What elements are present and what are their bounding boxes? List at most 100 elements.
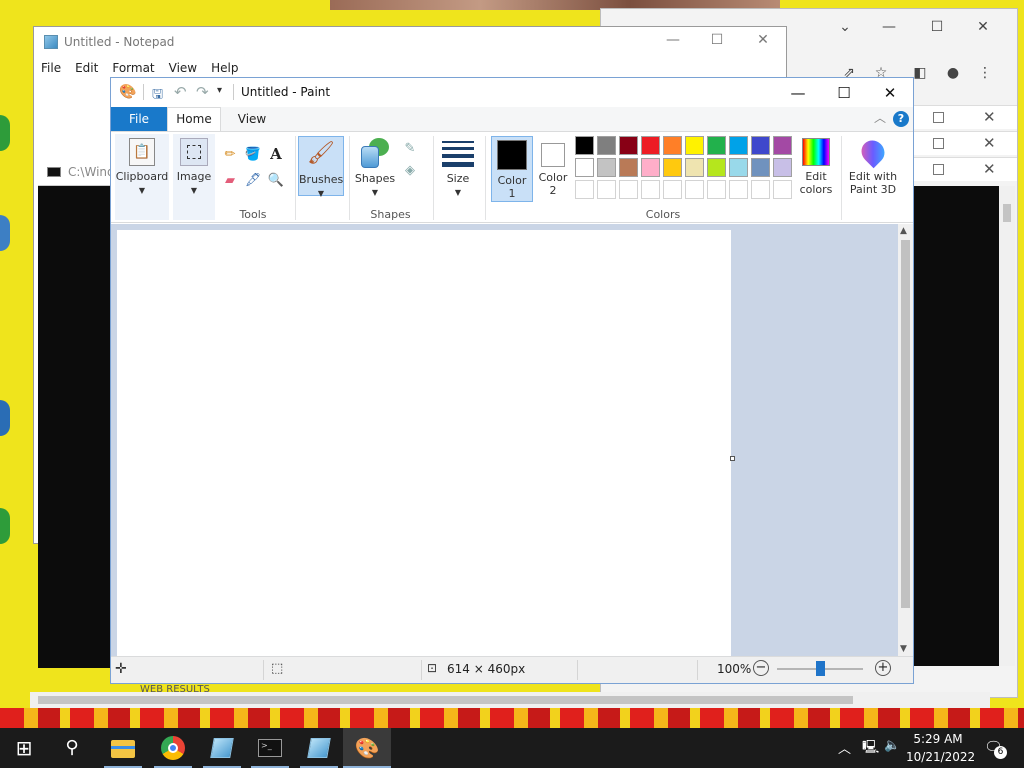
eraser-icon[interactable]: ▰	[221, 172, 239, 190]
close-icon[interactable]: ✕	[752, 32, 774, 48]
canvas-resize-handle[interactable]	[730, 456, 735, 461]
zoom-slider-thumb[interactable]	[816, 661, 825, 676]
customize-quick-access-icon[interactable]: ▾	[217, 85, 222, 96]
edit-with-paint3d-button[interactable]: Edit with Paint 3D	[845, 135, 901, 196]
custom-color-slot[interactable]	[729, 180, 748, 199]
shape-fill-icon[interactable]: ◈	[401, 162, 419, 180]
maximize-icon[interactable]: ☐	[821, 80, 867, 106]
size-button[interactable]: Size ▼	[438, 138, 478, 199]
outline-icon[interactable]: ✎	[401, 140, 419, 158]
scrollbar-thumb[interactable]	[901, 240, 910, 608]
palette-swatch[interactable]	[707, 136, 726, 155]
desktop-icon[interactable]	[0, 215, 10, 251]
color2-button[interactable]: Color 2	[535, 139, 571, 197]
maximize-icon[interactable]: ☐	[927, 17, 947, 37]
palette-swatch[interactable]	[685, 158, 704, 177]
maximize-icon[interactable]	[933, 138, 944, 149]
chrome-icon[interactable]	[158, 734, 188, 762]
palette-swatch[interactable]	[663, 136, 682, 155]
command-prompt-taskbar-icon[interactable]: >_	[255, 734, 285, 762]
clipboard-button[interactable]: 📋 Clipboard ▼	[115, 138, 169, 197]
help-icon[interactable]: ?	[893, 111, 909, 127]
maximize-icon[interactable]	[933, 164, 944, 175]
tab-home[interactable]: Home	[167, 107, 221, 132]
desktop-icon[interactable]	[0, 115, 10, 151]
clock-date[interactable]: 10/21/2022	[906, 750, 975, 764]
undo-icon[interactable]: ↶	[174, 83, 187, 101]
chrome-popup-row[interactable]: ✕	[901, 131, 1017, 155]
shapes-button[interactable]: Shapes ▼	[353, 138, 397, 199]
collapse-ribbon-icon[interactable]: ︿	[874, 109, 886, 126]
brushes-button[interactable]: 🖌 Brushes ▼	[298, 136, 344, 198]
magnifier-icon[interactable]: 🔍	[267, 172, 285, 190]
command-prompt-titlebar[interactable]: C:\Windows	[38, 158, 118, 186]
chevron-down-icon[interactable]: ⌄	[835, 17, 855, 37]
maximize-icon[interactable]	[933, 112, 944, 123]
windows-start-icon[interactable]: ⊞	[9, 734, 39, 762]
paint-titlebar[interactable]: 🎨 🖫 ↶ ↷ ▾ Untitled - Paint — ☐ ✕	[111, 78, 913, 106]
palette-swatch[interactable]	[597, 158, 616, 177]
canvas-workspace[interactable]	[111, 224, 899, 657]
fill-icon[interactable]: 🪣	[244, 146, 262, 164]
close-icon[interactable]: ✕	[983, 134, 996, 152]
color-picker-icon[interactable]: 🖋	[244, 172, 262, 190]
tab-file[interactable]: File	[111, 107, 167, 131]
palette-swatch[interactable]	[619, 158, 638, 177]
menu-view[interactable]: View	[162, 57, 204, 79]
close-icon[interactable]: ✕	[983, 108, 996, 126]
palette-swatch[interactable]	[641, 136, 660, 155]
command-prompt-window[interactable]: C:\Windows	[38, 158, 118, 668]
custom-color-slot[interactable]	[597, 180, 616, 199]
save-icon[interactable]: 🖫	[152, 85, 163, 107]
scrollbar-thumb[interactable]	[38, 696, 853, 704]
scrollbar-thumb[interactable]	[1003, 204, 1011, 222]
paint-taskbar-icon[interactable]: 🎨	[352, 734, 382, 762]
close-icon[interactable]: ✕	[867, 80, 913, 106]
volume-icon[interactable]: 🔈	[884, 738, 900, 753]
tab-view[interactable]: View	[227, 107, 277, 131]
palette-swatch[interactable]	[641, 158, 660, 177]
show-hidden-icons-icon[interactable]: ︿	[838, 738, 851, 757]
palette-swatch[interactable]	[707, 158, 726, 177]
close-icon[interactable]: ✕	[973, 17, 993, 37]
canvas-vertical-scrollbar[interactable]: ▲ ▼	[898, 224, 913, 656]
desktop-icon[interactable]	[0, 508, 10, 544]
custom-color-slot[interactable]	[751, 180, 770, 199]
custom-color-slot[interactable]	[575, 180, 594, 199]
palette-swatch[interactable]	[751, 158, 770, 177]
palette-swatch[interactable]	[663, 158, 682, 177]
palette-swatch[interactable]	[773, 136, 792, 155]
chrome-popup-row[interactable]: ✕	[901, 157, 1017, 181]
color1-button[interactable]: Color 1	[491, 136, 533, 202]
more-options-icon[interactable]: ⋮	[975, 63, 995, 83]
palette-swatch[interactable]	[619, 136, 638, 155]
palette-swatch[interactable]	[773, 158, 792, 177]
clock-time[interactable]: 5:29 AM	[906, 732, 970, 746]
network-icon[interactable]: 🖳	[862, 738, 879, 760]
palette-swatch[interactable]	[729, 136, 748, 155]
search-icon[interactable]: ⚲	[57, 734, 87, 762]
maximize-icon[interactable]: ☐	[706, 32, 728, 48]
palette-swatch[interactable]	[685, 136, 704, 155]
redo-icon[interactable]: ↷	[196, 83, 209, 101]
edit-colors-button[interactable]: Edit colors	[797, 138, 835, 196]
profile-icon[interactable]: ●	[943, 63, 963, 83]
paint-window[interactable]: 🎨 🖫 ↶ ↷ ▾ Untitled - Paint — ☐ ✕ File Ho…	[110, 77, 914, 684]
text-icon[interactable]: A	[267, 145, 285, 163]
drawing-canvas[interactable]	[117, 230, 731, 657]
custom-color-slot[interactable]	[619, 180, 638, 199]
zoom-in-icon[interactable]: +	[875, 660, 891, 676]
notepad-taskbar-icon[interactable]	[207, 734, 237, 762]
palette-swatch[interactable]	[575, 158, 594, 177]
minimize-icon[interactable]: —	[662, 32, 684, 48]
menu-edit[interactable]: Edit	[68, 57, 105, 79]
menu-file[interactable]: File	[34, 57, 68, 79]
file-explorer-icon[interactable]	[108, 734, 138, 762]
palette-swatch[interactable]	[575, 136, 594, 155]
custom-color-slot[interactable]	[773, 180, 792, 199]
chrome-popup-row[interactable]: ✕	[901, 105, 1017, 129]
minimize-icon[interactable]: —	[775, 80, 821, 106]
palette-swatch[interactable]	[597, 136, 616, 155]
notepad-taskbar-icon[interactable]	[304, 734, 334, 762]
menu-help[interactable]: Help	[204, 57, 245, 79]
